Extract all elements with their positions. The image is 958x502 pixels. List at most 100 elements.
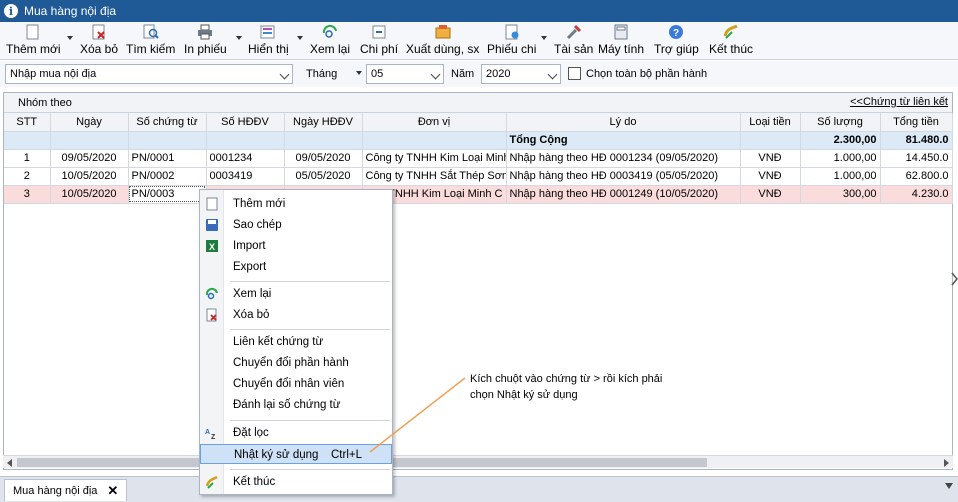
cell-tong-tien: 4.230.0 xyxy=(880,185,953,204)
nam-select[interactable]: 2020 xyxy=(481,64,561,84)
tab-list-dropdown-icon[interactable] xyxy=(945,483,953,491)
scroll-left-icon[interactable] xyxy=(7,459,12,467)
chon-toan-bo-checkbox[interactable] xyxy=(568,67,581,80)
in-phieu-button[interactable]: In phiếu xyxy=(184,24,227,58)
annotation-line-2: chọn Nhật ký sử dụng xyxy=(470,389,578,401)
voucher-grid: Nhóm theo <<Chứng từ liên kết STT Ngày S… xyxy=(3,92,953,470)
menu-item-them-moi[interactable]: Thêm mới xyxy=(200,194,392,214)
svg-text:?: ? xyxy=(673,28,679,39)
menu-item-danh-lai-so[interactable]: Đánh lại số chứng từ xyxy=(200,395,392,415)
tro-giup-label: Trợ giúp xyxy=(654,42,699,56)
menu-item-label: Nhật ký sử dụng xyxy=(234,449,319,461)
cell-loai-tien: VNĐ xyxy=(740,167,801,186)
cell-so-luong: 1.000,00 xyxy=(800,167,881,186)
col-tong-tien[interactable]: Tổng tiền xyxy=(880,113,953,132)
phieu-chi-button[interactable]: Phiếu chi xyxy=(487,24,536,58)
menu-item-label: Chuyển đổi phần hành xyxy=(233,357,349,369)
window-title: Mua hàng nội địa xyxy=(24,4,117,18)
cell-so-hd: 0001234 xyxy=(206,149,285,168)
col-ly-do[interactable]: Lý do xyxy=(506,113,741,132)
group-by-label: Nhóm theo xyxy=(18,97,72,109)
menu-item-xoa-bo[interactable]: Xóa bỏ xyxy=(200,305,392,325)
cell-ngay-hd: 09/05/2020 xyxy=(284,149,363,168)
col-loai-tien[interactable]: Loại tiền xyxy=(740,113,801,132)
ket-thuc-button[interactable]: Kết thúc xyxy=(709,24,753,58)
module-select-value: Nhập mua nội địa xyxy=(10,68,97,80)
menu-item-nhat-ky-su-dung[interactable]: Nhật ký sử dụng Ctrl+L xyxy=(200,444,392,464)
tai-san-button[interactable]: Tài sản xyxy=(554,24,593,58)
may-tinh-button[interactable]: Máy tính xyxy=(598,24,644,58)
menu-item-chuyen-nhan-vien[interactable]: Chuyển đổi nhân viên xyxy=(200,374,392,394)
menu-separator xyxy=(230,469,390,470)
tab-mua-hang-noi-dia[interactable]: Mua hàng nội địa ✕ xyxy=(4,479,128,501)
new-document-icon xyxy=(204,196,220,212)
cell-loai-tien: VNĐ xyxy=(740,149,801,168)
col-so-luong[interactable]: Số lượng xyxy=(800,113,881,132)
phieu-chi-dropdown-icon[interactable] xyxy=(541,36,547,40)
menu-item-import[interactable]: X Import xyxy=(200,236,392,256)
menu-item-export[interactable]: Export xyxy=(200,257,392,277)
table-row[interactable]: 1 09/05/2020 PN/0001 0001234 09/05/2020 … xyxy=(4,149,953,168)
tim-kiem-button[interactable]: Tìm kiếm xyxy=(126,24,175,58)
context-menu: Thêm mới Sao chép X Import Export Xem lạ… xyxy=(199,189,393,495)
col-ngay-hddv[interactable]: Ngày HĐĐV xyxy=(284,113,363,132)
tro-giup-button[interactable]: ? Trợ giúp xyxy=(654,24,699,58)
them-moi-button[interactable]: Thêm mới xyxy=(6,24,61,58)
chi-phi-label: Chi phí xyxy=(360,42,399,56)
chevron-down-icon xyxy=(279,69,290,80)
side-panel-handle-icon[interactable] xyxy=(951,272,958,286)
hien-thi-button[interactable]: Hiển thị xyxy=(248,24,289,58)
menu-item-ket-thuc[interactable]: Kết thúc xyxy=(200,472,392,492)
thang-select[interactable]: 05 xyxy=(366,64,444,84)
col-don-vi[interactable]: Đơn vị xyxy=(362,113,507,132)
them-moi-dropdown-icon[interactable] xyxy=(67,36,73,40)
cell-so-ct: PN/0001 xyxy=(128,149,207,168)
cell-so-hd: 0003419 xyxy=(206,167,285,186)
export-use-icon xyxy=(435,24,451,40)
col-so-chung-tu[interactable]: Số chứng từ xyxy=(128,113,207,132)
nam-label: Năm xyxy=(451,68,475,80)
cell-ly-do: Nhập hàng theo HĐ 0001249 (10/05/2020) xyxy=(506,185,741,204)
cell-so-ct: PN/0002 xyxy=(128,167,207,186)
thang-spin-icon[interactable] xyxy=(356,71,362,75)
tools-icon xyxy=(566,24,582,40)
scroll-right-icon[interactable] xyxy=(944,459,949,467)
menu-item-chuyen-phan-hanh[interactable]: Chuyển đổi phần hành xyxy=(200,353,392,373)
may-tinh-label: Máy tính xyxy=(598,42,645,56)
cell-don-vi: Công ty TNHH Sắt Thép Sơn H xyxy=(362,167,507,186)
total-label: Tổng Cộng xyxy=(506,131,741,150)
col-ngay[interactable]: Ngày xyxy=(50,113,129,132)
menu-item-dat-loc[interactable]: AZ Đặt lọc xyxy=(200,423,392,443)
chi-phi-button[interactable]: Chi phí xyxy=(360,24,398,58)
in-phieu-dropdown-icon[interactable] xyxy=(236,36,242,40)
xuat-dung-button[interactable]: Xuất dùng, sx xyxy=(406,24,479,58)
menu-separator xyxy=(230,420,390,421)
display-icon xyxy=(260,24,276,40)
chevron-down-icon xyxy=(547,69,558,80)
cell-ngay: 09/05/2020 xyxy=(50,149,129,168)
xem-lai-button[interactable]: Xem lại xyxy=(310,24,350,58)
xoa-bo-button[interactable]: Xóa bỏ xyxy=(80,24,118,58)
close-icon[interactable]: ✕ xyxy=(107,483,118,499)
copy-icon xyxy=(204,217,220,233)
col-so-hddv[interactable]: Số HĐĐV xyxy=(206,113,285,132)
linked-vouchers-link[interactable]: <<Chứng từ liên kết xyxy=(850,96,948,108)
excel-import-icon: X xyxy=(204,238,220,254)
cell-so-ct-focused[interactable]: PN/0003 xyxy=(128,185,207,204)
tab-label: Mua hàng nội địa xyxy=(13,484,98,497)
menu-item-label: Xem lại xyxy=(233,288,272,300)
horizontal-scrollbar[interactable] xyxy=(3,455,953,468)
info-icon: i xyxy=(4,4,18,18)
menu-item-lien-ket[interactable]: Liên kết chứng từ xyxy=(200,332,392,352)
menu-item-label: Export xyxy=(233,261,267,273)
cell-ngay-hd: 05/05/2020 xyxy=(284,167,363,186)
cell-loai-tien: VNĐ xyxy=(740,185,801,204)
cell-ngay: 10/05/2020 xyxy=(50,167,129,186)
col-stt[interactable]: STT xyxy=(4,113,51,132)
module-select[interactable]: Nhập mua nội địa xyxy=(5,64,293,84)
menu-item-sao-chep[interactable]: Sao chép xyxy=(200,215,392,235)
menu-item-xem-lai[interactable]: Xem lại xyxy=(200,284,392,304)
table-row-selected[interactable]: 3 10/05/2020 PN/0003 y TNHH Kim Loại Min… xyxy=(4,185,953,204)
table-row[interactable]: 2 10/05/2020 PN/0002 0003419 05/05/2020 … xyxy=(4,167,953,186)
hien-thi-dropdown-icon[interactable] xyxy=(297,36,303,40)
